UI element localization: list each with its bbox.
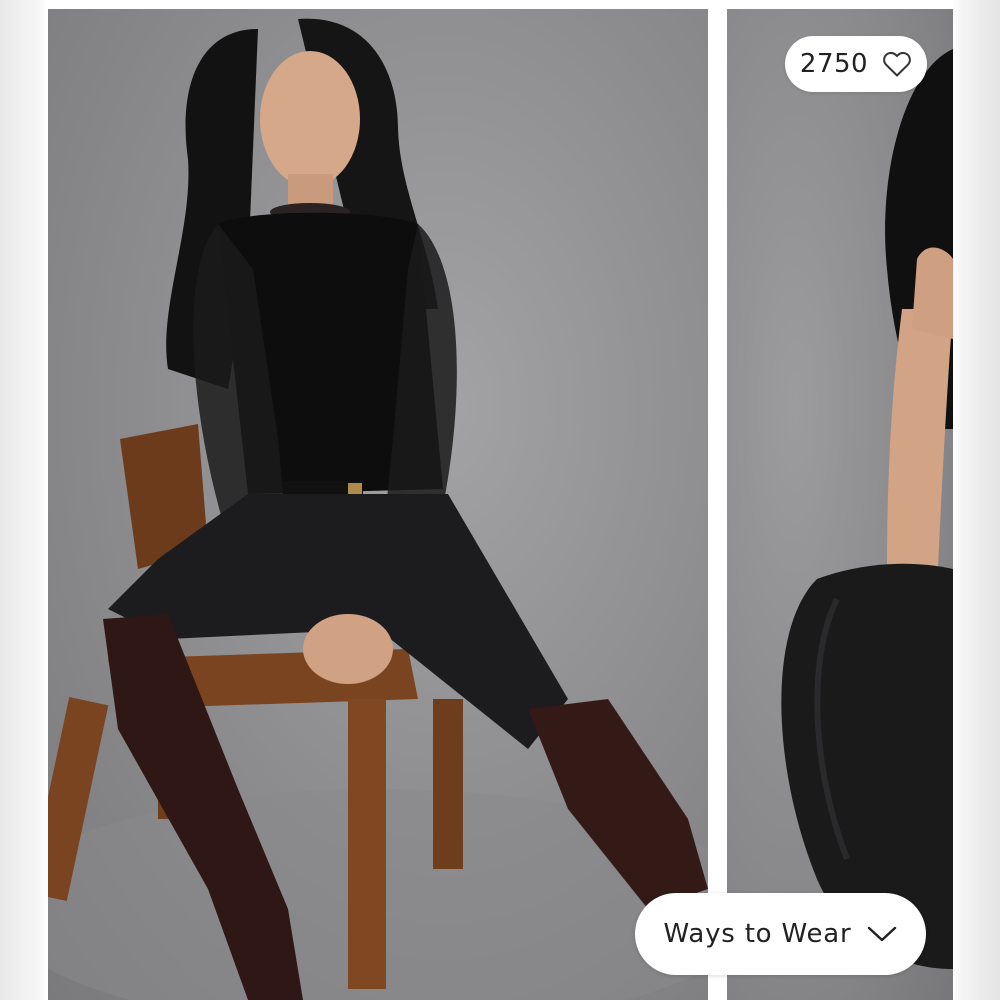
top-divider xyxy=(48,0,953,9)
gallery-gap xyxy=(708,0,727,1000)
ways-to-wear-button[interactable]: Ways to Wear xyxy=(635,893,926,975)
likes-count: 2750 xyxy=(799,49,869,79)
model-seated-illustration xyxy=(48,18,708,1000)
product-image-main[interactable] xyxy=(48,9,708,1000)
heart-outline-icon xyxy=(883,51,911,77)
product-gallery: 2750 Ways to Wear xyxy=(0,0,1000,1000)
product-image-detail[interactable] xyxy=(727,9,953,1000)
sleeve-detail-illustration xyxy=(781,49,953,969)
chevron-down-icon xyxy=(868,926,897,942)
favorite-button[interactable]: 2750 xyxy=(785,36,927,92)
ways-to-wear-label: Ways to Wear xyxy=(663,919,852,949)
